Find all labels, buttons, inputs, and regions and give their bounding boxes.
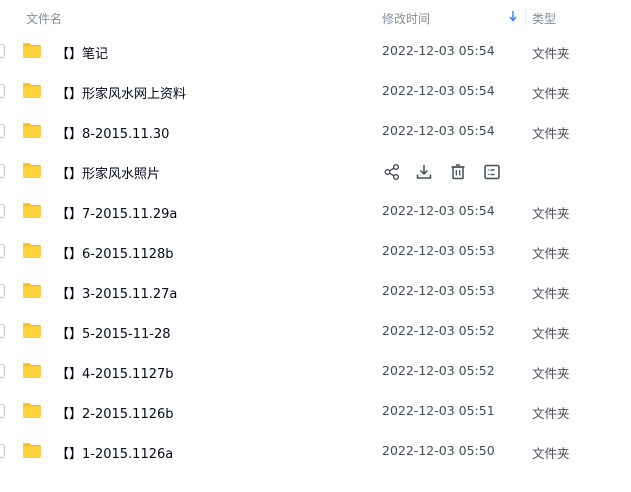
file-row-7[interactable]: 【】5-2015-11-28 2022-12-03 05:52 文件夹 — [0, 312, 631, 352]
column-header-modified-time[interactable]: 修改时间 — [382, 10, 430, 27]
folder-icon — [23, 443, 41, 458]
file-type: 文件夹 — [532, 126, 570, 141]
folder-icon — [23, 123, 41, 138]
row-checkbox[interactable] — [0, 164, 5, 178]
file-row-2[interactable]: 【】8-2015.11.30 2022-12-03 05:54 文件夹 — [0, 112, 631, 152]
file-row-6[interactable]: 【】3-2015.11.27a 2022-12-03 05:53 文件夹 — [0, 272, 631, 312]
file-name[interactable]: 【】笔记 — [56, 43, 108, 62]
row-checkbox[interactable] — [0, 284, 5, 298]
folder-icon — [23, 243, 41, 258]
file-name[interactable]: 【】形家风水网上资料 — [56, 83, 186, 102]
row-checkbox[interactable] — [0, 444, 5, 458]
row-checkbox[interactable] — [0, 404, 5, 418]
row-checkbox[interactable] — [0, 364, 5, 378]
list-header: 文件名 修改时间 类型 — [0, 0, 631, 34]
file-type: 文件夹 — [532, 86, 570, 101]
folder-icon — [23, 43, 41, 58]
folder-icon — [23, 403, 41, 418]
column-header-name[interactable]: 文件名 — [26, 10, 62, 27]
file-type: 文件夹 — [532, 286, 570, 301]
modified-time: 2022-12-03 05:51 — [382, 403, 495, 418]
file-type: 文件夹 — [532, 46, 570, 61]
file-type: 文件夹 — [532, 406, 570, 421]
file-row-3[interactable]: 【】形家风水照片 — [0, 152, 631, 192]
file-type: 文件夹 — [532, 246, 570, 261]
download-icon[interactable] — [414, 162, 434, 182]
file-row-9[interactable]: 【】2-2015.1126b 2022-12-03 05:51 文件夹 — [0, 392, 631, 432]
file-name[interactable]: 【】2-2015.1126b — [56, 403, 174, 422]
file-list: 文件名 修改时间 类型 【】笔记 2022-12-03 05:54 文件夹 【】… — [0, 0, 631, 492]
row-checkbox[interactable] — [0, 44, 5, 58]
modified-time: 2022-12-03 05:54 — [382, 203, 495, 218]
file-type: 文件夹 — [532, 206, 570, 221]
modified-time: 2022-12-03 05:54 — [382, 123, 495, 138]
folder-icon — [23, 323, 41, 338]
file-type: 文件夹 — [532, 326, 570, 341]
folder-icon — [23, 203, 41, 218]
more-icon[interactable] — [482, 162, 502, 182]
modified-time: 2022-12-03 05:53 — [382, 243, 495, 258]
row-checkbox[interactable] — [0, 244, 5, 258]
file-type: 文件夹 — [532, 366, 570, 381]
file-name[interactable]: 【】1-2015.1126a — [56, 443, 173, 462]
trash-icon[interactable] — [448, 162, 468, 182]
column-header-type[interactable]: 类型 — [532, 10, 556, 27]
file-name[interactable]: 【】形家风水照片 — [56, 163, 160, 182]
row-checkbox[interactable] — [0, 84, 5, 98]
file-row-5[interactable]: 【】6-2015.1128b 2022-12-03 05:53 文件夹 — [0, 232, 631, 272]
modified-time: 2022-12-03 05:50 — [382, 443, 495, 458]
folder-icon — [23, 363, 41, 378]
modified-time: 2022-12-03 05:52 — [382, 323, 495, 338]
modified-time: 2022-12-03 05:53 — [382, 283, 495, 298]
row-checkbox[interactable] — [0, 204, 5, 218]
file-row-10[interactable]: 【】1-2015.1126a 2022-12-03 05:50 文件夹 — [0, 432, 631, 472]
folder-icon — [23, 283, 41, 298]
file-name[interactable]: 【】5-2015-11-28 — [56, 323, 171, 342]
file-name[interactable]: 【】4-2015.1127b — [56, 363, 174, 382]
modified-time: 2022-12-03 05:52 — [382, 363, 495, 378]
file-name[interactable]: 【】7-2015.11.29a — [56, 203, 177, 222]
folder-icon — [23, 83, 41, 98]
arrow-down-icon[interactable] — [507, 8, 519, 24]
file-row-1[interactable]: 【】形家风水网上资料 2022-12-03 05:54 文件夹 — [0, 72, 631, 112]
modified-time: 2022-12-03 05:54 — [382, 83, 495, 98]
row-checkbox[interactable] — [0, 124, 5, 138]
folder-icon — [23, 163, 41, 178]
file-name[interactable]: 【】8-2015.11.30 — [56, 123, 169, 142]
file-type: 文件夹 — [532, 446, 570, 461]
file-row-8[interactable]: 【】4-2015.1127b 2022-12-03 05:52 文件夹 — [0, 352, 631, 392]
file-name[interactable]: 【】3-2015.11.27a — [56, 283, 177, 302]
file-name[interactable]: 【】6-2015.1128b — [56, 243, 174, 262]
modified-time: 2022-12-03 05:54 — [382, 43, 495, 58]
row-checkbox[interactable] — [0, 324, 5, 338]
file-row-0[interactable]: 【】笔记 2022-12-03 05:54 文件夹 — [0, 32, 631, 72]
share-icon[interactable] — [382, 162, 402, 182]
column-divider[interactable] — [525, 9, 526, 25]
file-row-4[interactable]: 【】7-2015.11.29a 2022-12-03 05:54 文件夹 — [0, 192, 631, 232]
